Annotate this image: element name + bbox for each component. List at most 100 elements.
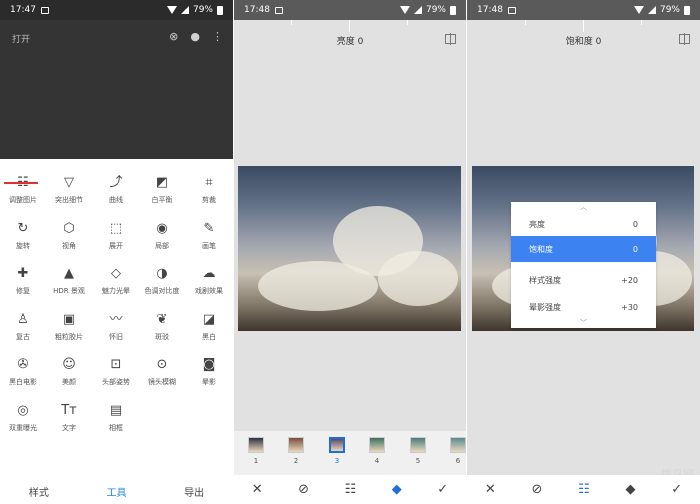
- nav-export[interactable]: 导出: [184, 484, 204, 499]
- tool-vintage[interactable]: ♙ 复古: [0, 310, 46, 350]
- tool-tune-image[interactable]: ☷调整图片: [0, 173, 46, 213]
- tool-label: 剪裁: [202, 196, 216, 204]
- auto-fix-icon[interactable]: ⊘: [531, 482, 542, 497]
- tool-healing[interactable]: ✚ 修复: [0, 264, 46, 304]
- tool-head-pose[interactable]: ⊡ 头部姿势: [93, 355, 139, 395]
- menu-item-saturation[interactable]: 饱和度 0: [511, 236, 656, 262]
- more-icon[interactable]: ⋮: [212, 30, 223, 43]
- tool-label: 双重曝光: [9, 424, 37, 432]
- filter-number: 2: [293, 457, 299, 465]
- chevron-down-icon[interactable]: ﹀: [511, 318, 656, 328]
- frames-icon: ▤: [109, 403, 123, 418]
- tool-perspective[interactable]: ⬡ 视角: [46, 219, 92, 259]
- nav-tools[interactable]: 工具: [106, 484, 126, 499]
- compare-icon[interactable]: [679, 33, 690, 45]
- tool-label: 晕影: [202, 378, 216, 386]
- info-icon[interactable]: ●: [190, 30, 200, 43]
- tool-lens-blur[interactable]: ⊙ 镜头模糊: [139, 355, 185, 395]
- tool-drama[interactable]: ☁ 戏剧效果: [186, 264, 232, 304]
- filter-preset-6[interactable]: 6: [446, 437, 466, 465]
- slider-tick: [291, 20, 292, 25]
- style-icon[interactable]: ◆: [625, 482, 635, 497]
- bottom-nav: 样式 工具 导出: [0, 478, 233, 504]
- tune-icon[interactable]: ☷: [345, 482, 357, 497]
- tool-label: 视角: [62, 242, 76, 250]
- menu-item-value: +30: [621, 302, 638, 312]
- tool-expand[interactable]: ⬚ 展开: [93, 219, 139, 259]
- rotate-icon: ↻: [17, 221, 29, 236]
- close-icon[interactable]: ✕: [485, 482, 496, 497]
- tool-grainy-film[interactable]: ▣ 粗粒胶片: [46, 310, 92, 350]
- layers-icon[interactable]: ⊗: [169, 30, 178, 43]
- status-time: 17:48: [477, 5, 503, 15]
- screenshot-triptych: 17:47 79% 打开 ⊗ ● ⋮ ☷调整图片▽突出细节⤴曲线◩白平衡⌗剪裁↻…: [0, 0, 700, 504]
- tune-icon[interactable]: ☷: [578, 482, 590, 497]
- battery-percent: 79%: [192, 5, 213, 15]
- wifi-icon: [633, 6, 644, 14]
- menu-item-vignette-strength[interactable]: 晕影强度 +30: [511, 294, 656, 320]
- tool-black-white[interactable]: ◪ 黑白: [186, 310, 232, 350]
- grunge-icon: ❦: [156, 312, 168, 327]
- tool-retrolux[interactable]: 〰怀旧: [93, 310, 139, 350]
- close-icon[interactable]: ✕: [252, 482, 263, 497]
- check-icon[interactable]: ✓: [671, 482, 682, 497]
- tool-curves[interactable]: ⤴ 曲线: [93, 173, 139, 213]
- slider-center-tick[interactable]: [583, 20, 584, 32]
- battery-icon: [217, 5, 223, 15]
- drama-icon: ☁: [202, 266, 216, 281]
- tool-white-balance[interactable]: ◩ 白平衡: [139, 173, 185, 213]
- tool-frames[interactable]: ▤ 相框: [93, 401, 139, 441]
- tool-portrait[interactable]: ☺ 美颜: [46, 355, 92, 395]
- signal-icon: [180, 6, 189, 14]
- head-pose-icon: ⊡: [110, 357, 122, 372]
- menu-item-brightness[interactable]: 亮度 0: [511, 211, 656, 237]
- filter-number: 3: [334, 457, 340, 465]
- tool-tonal-contrast[interactable]: ◑ 色调对比度: [139, 264, 185, 304]
- menu-item-value: 0: [632, 244, 638, 254]
- menu-item-style-strength[interactable]: 样式强度 +20: [511, 267, 656, 293]
- slider-center-tick[interactable]: [349, 20, 350, 32]
- menu-item-label: 晕影强度: [529, 302, 561, 312]
- style-icon[interactable]: ◆: [392, 482, 402, 497]
- nav-styles[interactable]: 样式: [29, 484, 49, 499]
- filter-preset-1[interactable]: 1: [244, 437, 268, 465]
- text-icon: Tт: [61, 403, 77, 418]
- tool-hdr[interactable]: ▲ HDR 景观: [46, 264, 92, 304]
- tool-label: 镜头模糊: [148, 378, 176, 386]
- check-icon[interactable]: ✓: [437, 482, 448, 497]
- tool-details[interactable]: ▽ 突出细节: [46, 173, 92, 213]
- tool-glamour-glow[interactable]: ◇ 魅力光晕: [93, 264, 139, 304]
- filter-thumbnail: [288, 437, 304, 453]
- tool-text[interactable]: Tт 文字: [46, 401, 92, 441]
- filter-strip: 1 2 3 4 5 6: [234, 431, 466, 475]
- tool-brush[interactable]: ✎ 画笔: [186, 219, 232, 259]
- status-time: 17:48: [244, 5, 270, 15]
- tool-label: 复古: [16, 333, 30, 341]
- auto-fix-icon[interactable]: ⊘: [298, 482, 309, 497]
- filter-preset-4[interactable]: 4: [365, 437, 389, 465]
- tool-crop[interactable]: ⌗ 剪裁: [186, 173, 232, 213]
- tool-vignette[interactable]: ◙ 晕影: [186, 355, 232, 395]
- tool-label: 美颜: [62, 378, 76, 386]
- tool-label: 魅力光晕: [102, 287, 130, 295]
- tool-label: 画笔: [202, 242, 216, 250]
- curves-icon: ⤴: [109, 175, 123, 190]
- tools-grid: ☷调整图片 ▽ 突出细节 ⤴ 曲线 ◩ 白平衡 ⌗ 剪裁 ↻ 旋转 ⬡ 视角 ⬚ 展开 ◉ 局部 ✎ 画笔 ✚ 修复 ▲ H…: [0, 159, 233, 474]
- tool-grunge[interactable]: ❦ 斑驳: [139, 310, 185, 350]
- adjust-title: 饱和度 0: [565, 37, 602, 47]
- menu-item-label: 样式强度: [529, 275, 561, 285]
- tool-double-exposure[interactable]: ◎ 双重曝光: [0, 401, 46, 441]
- healing-icon: ✚: [17, 266, 29, 281]
- tool-label: 白平衡: [151, 196, 173, 204]
- vignette-icon: ◙: [202, 357, 216, 372]
- compare-icon[interactable]: [445, 33, 456, 45]
- tool-noir[interactable]: ✇ 黑白电影: [0, 355, 46, 395]
- filter-preset-3[interactable]: 3: [325, 437, 349, 465]
- tool-rotate[interactable]: ↻ 旋转: [0, 219, 46, 259]
- battery-percent: 79%: [659, 5, 680, 15]
- tool-selective[interactable]: ◉ 局部: [139, 219, 185, 259]
- filter-preset-5[interactable]: 5: [406, 437, 430, 465]
- photo-preview[interactable]: [238, 166, 461, 331]
- filter-preset-2[interactable]: 2: [284, 437, 308, 465]
- open-button[interactable]: 打开: [12, 32, 30, 45]
